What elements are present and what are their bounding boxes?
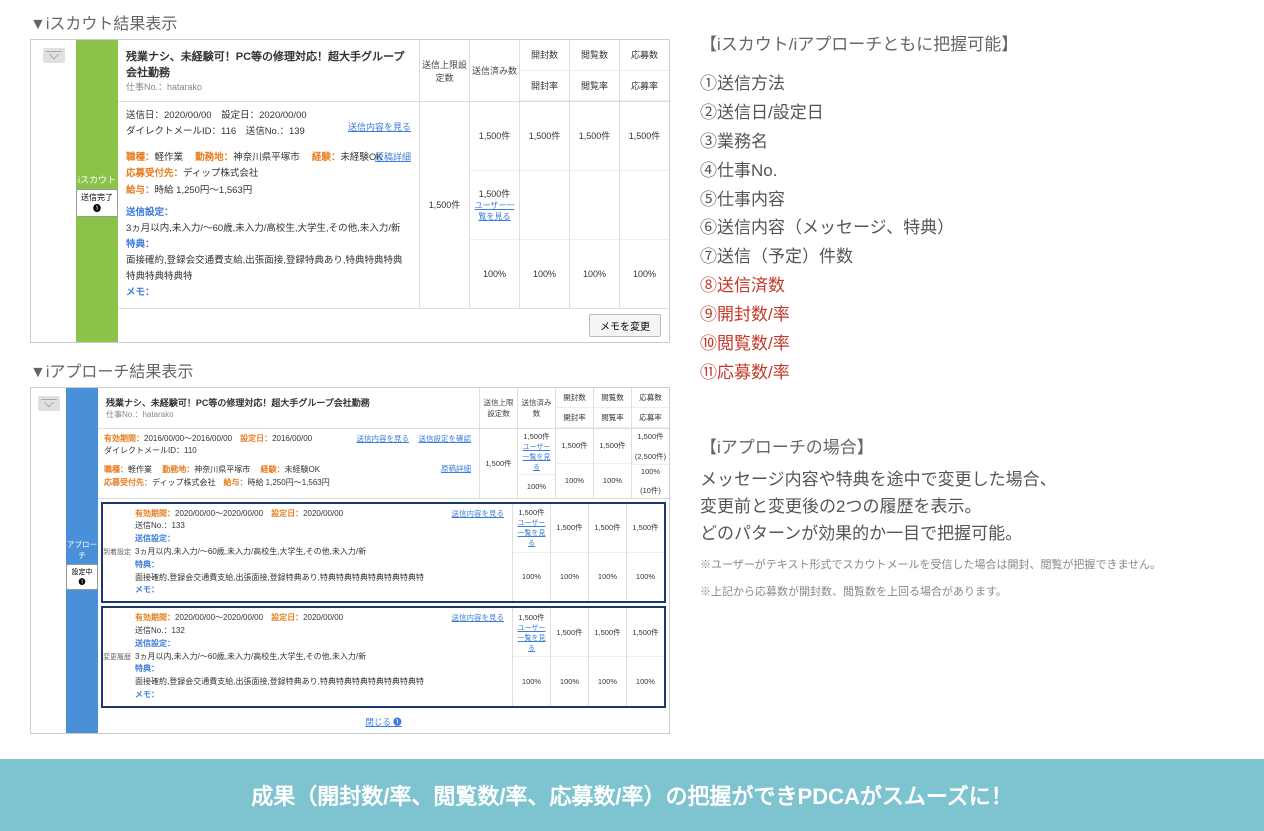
info-sub-heading: 【iアプローチの場合】 — [700, 433, 1234, 458]
iapproach-panel: アプローチ 設定中 ❶ 残業ナシ、未経験可！PC等の修理対応！超大手グループ会社… — [30, 387, 670, 734]
side-neutral — [31, 40, 76, 342]
info-p3: どのパターンが効果的か一目で把握可能。 — [700, 520, 1234, 547]
link-send-content-2[interactable]: 送信内容を見る — [357, 433, 410, 445]
col-view-r: 閲覧率 — [570, 71, 619, 102]
history-box-1: 到着設定 有効期間：2020/00/00～2020/00/00 設定日：2020… — [101, 502, 666, 604]
user-list-link-3[interactable]: ユーザー一覧を見る — [515, 518, 548, 548]
envelope-icon — [38, 396, 60, 411]
info-list-item: ②送信日/設定日 — [700, 99, 1234, 128]
info-list-item: ④仕事No. — [700, 157, 1234, 186]
side-neutral-2 — [31, 388, 66, 733]
link-detail-2[interactable]: 原稿詳細 — [441, 463, 471, 475]
info-p1: メッセージ内容や特典を途中で変更した場合、 — [700, 466, 1234, 493]
envelope-icon — [43, 48, 65, 63]
col-view-n: 閲覧数 — [570, 40, 619, 71]
info-list-item: ⑨開封数/率 — [700, 301, 1234, 330]
link-send-content-4[interactable]: 送信内容を見る — [452, 612, 505, 624]
iscout-panel: iスカウト 送信完了 ❶ 残業ナシ、未経験可！PC等の修理対応！超大手グループ会… — [30, 39, 670, 343]
section-title-iapproach: ▼iアプローチ結果表示 — [30, 358, 670, 382]
info-list-item: ⑥送信内容（メッセージ、特典） — [700, 214, 1234, 243]
edit-memo-button[interactable]: メモを変更 — [589, 314, 661, 337]
user-list-link[interactable]: ユーザー一覧を見る — [472, 200, 517, 222]
info-list-item: ⑦送信（予定）件数 — [700, 243, 1234, 272]
user-list-link-4[interactable]: ユーザー一覧を見る — [515, 623, 548, 653]
info-note2: ※上記から応募数が開封数、閲覧数を上回る場合があります。 — [700, 584, 1234, 601]
col-sent: 送信済み数 — [469, 40, 519, 101]
history-box-2: 変更履歴 有効期間：2020/00/00～2020/00/00 設定日：2020… — [101, 606, 666, 708]
col-open-r: 開封率 — [520, 71, 569, 102]
setting-button[interactable]: 設定中 ❶ — [66, 564, 98, 590]
col-app-n: 応募数 — [620, 40, 669, 71]
col-open-n: 開封数 — [520, 40, 569, 71]
side-green: iスカウト 送信完了 ❶ — [76, 40, 118, 342]
info-list-item: ③業務名 — [700, 128, 1234, 157]
link-detail[interactable]: 原稿詳細 — [375, 150, 411, 165]
row-side-change: 変更履歴 — [103, 608, 131, 706]
user-list-link-2[interactable]: ユーザー一覧を見る — [520, 442, 553, 472]
link-send-content-3[interactable]: 送信内容を見る — [452, 508, 505, 520]
info-list-item: ⑪応募数/率 — [700, 359, 1234, 388]
iscout-label: iスカウト — [78, 173, 116, 186]
info-list-item: ⑤仕事内容 — [700, 186, 1234, 215]
send-complete-button[interactable]: 送信完了 ❶ — [76, 189, 118, 217]
job-title: 残業ナシ、未経験可！PC等の修理対応！超大手グループ会社勤務 — [126, 48, 411, 80]
link-send-setting[interactable]: 送信設定を確認 — [419, 433, 472, 445]
job-sub: 仕事No.：hatarako — [126, 80, 411, 93]
row-side-arrival: 到着設定 — [103, 504, 131, 602]
info-list-item: ⑧送信済数 — [700, 272, 1234, 301]
bottom-banner: 成果（開封数/率、閲覧数/率、応募数/率）の把握ができPDCAがスムーズに！ — [0, 759, 1264, 831]
info-note1: ※ユーザーがテキスト形式でスカウトメールを受信した場合は開封、閲覧が把握できませ… — [700, 557, 1234, 574]
ap-title: 残業ナシ、未経験可！PC等の修理対応！超大手グループ会社勤務 — [106, 396, 471, 409]
side-blue: アプローチ 設定中 ❶ — [66, 388, 98, 733]
info-heading: 【iスカウト/iアプローチともに把握可能】 — [700, 30, 1234, 55]
ap-sub: 仕事No.：hatarako — [106, 409, 471, 420]
info-list-item: ①送信方法 — [700, 70, 1234, 99]
col-app-r: 応募率 — [620, 71, 669, 102]
info-list-item: ⑩閲覧数/率 — [700, 330, 1234, 359]
approach-label: アプローチ — [66, 539, 98, 561]
link-send-content[interactable]: 送信内容を見る — [348, 120, 411, 135]
val-limit: 1,500件 — [420, 102, 469, 308]
col-limit: 送信上限設定数 — [419, 40, 469, 101]
info-p2: 変更前と変更後の2つの履歴を表示。 — [700, 493, 1234, 520]
close-link[interactable]: 閉じる ❶ — [365, 717, 401, 727]
section-title-iscout: ▼iスカウト結果表示 — [30, 10, 670, 34]
info-list: ①送信方法②送信日/設定日③業務名④仕事No.⑤仕事内容⑥送信内容（メッセージ、… — [700, 70, 1234, 388]
